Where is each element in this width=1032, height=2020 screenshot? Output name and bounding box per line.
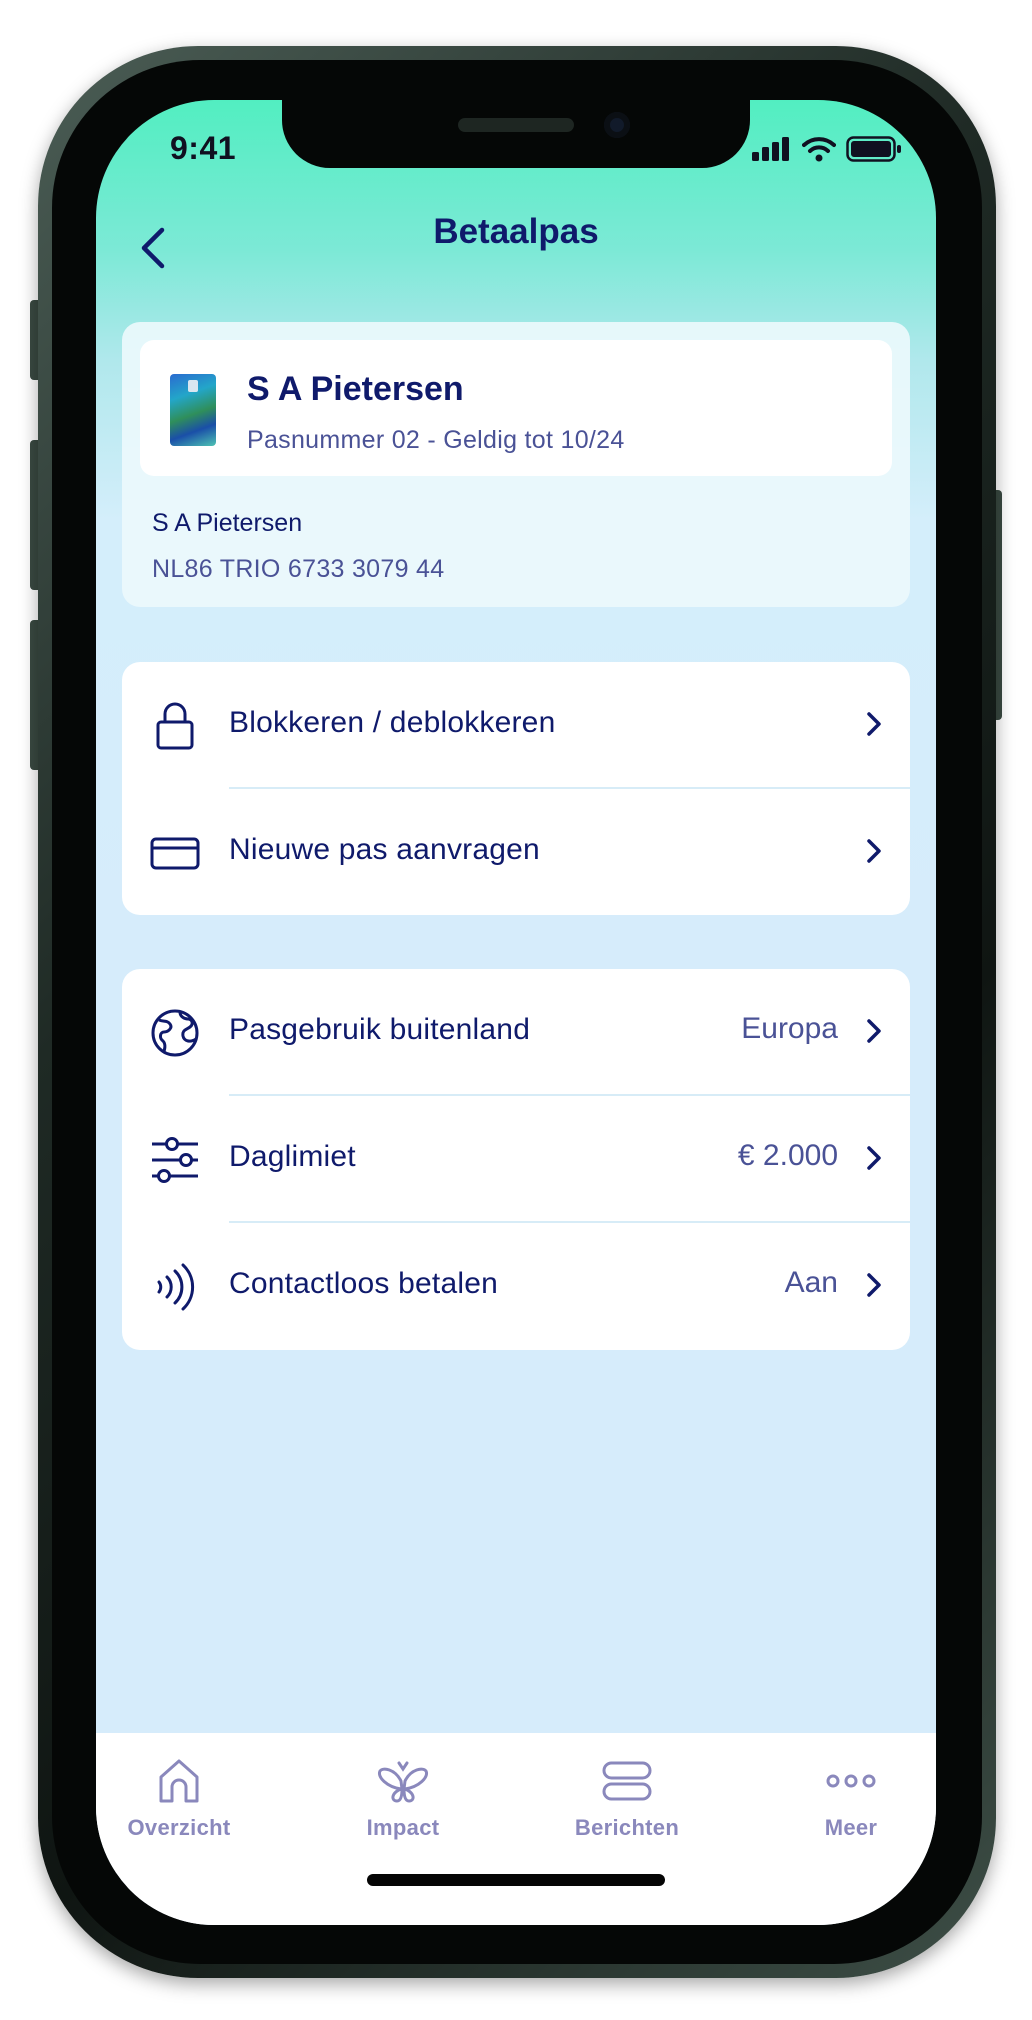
chevron-right-icon [867, 1019, 881, 1043]
lock-icon [156, 702, 194, 750]
speaker-grille [458, 118, 574, 132]
daily-limit-value: € 2.000 [737, 1139, 838, 1172]
account-iban: NL86 TRIO 6733 3079 44 [152, 555, 445, 583]
contactless-label: Contactloos betalen [229, 1267, 498, 1300]
sliders-icon [152, 1137, 198, 1183]
abroad-usage-value: Europa [741, 1012, 838, 1045]
status-icons [752, 136, 902, 162]
tab-meer[interactable]: Meer [771, 1755, 931, 1855]
contactless-row[interactable]: Contactloos betalen Aan [122, 1223, 910, 1350]
chevron-right-icon [867, 712, 881, 736]
battery-icon [846, 136, 901, 162]
new-card-label: Nieuwe pas aanvragen [229, 833, 540, 866]
new-card-row[interactable]: Nieuwe pas aanvragen [122, 789, 910, 915]
messages-icon [602, 1761, 652, 1801]
chevron-right-icon [867, 1146, 881, 1170]
card-number-validity: Pasnummer 02 - Geldig tot 10/24 [247, 426, 625, 454]
chevron-right-icon [867, 1273, 881, 1297]
account-holder-name: S A Pietersen [152, 509, 303, 537]
daily-limit-label: Daglimiet [229, 1140, 356, 1173]
home-icon [159, 1759, 199, 1803]
status-time: 9:41 [170, 130, 237, 166]
card-settings-group: Pasgebruik buitenland Europa Daglimiet €… [122, 969, 910, 1350]
block-unblock-row[interactable]: Blokkeren / deblokkeren [122, 662, 910, 789]
globe-icon [151, 1009, 199, 1057]
notch [282, 100, 750, 168]
card-summary[interactable]: S A Pietersen Pasnummer 02 - Geldig tot … [140, 340, 892, 476]
card-info-panel: S A Pietersen Pasnummer 02 - Geldig tot … [122, 322, 910, 607]
signal-icon [752, 137, 789, 161]
tab-label: Impact [366, 1815, 440, 1840]
contactless-value: Aan [784, 1266, 838, 1299]
tab-label: Overzicht [127, 1815, 231, 1840]
tab-bar: Overzicht Impact Berichten Meer [96, 1733, 936, 1925]
app-screen: 9:41 Betaalpas S A Pietersen Pasnummer 0… [96, 100, 936, 1925]
card-actions-group: Blokkeren / deblokkeren Nieuwe pas aanvr… [122, 662, 910, 915]
abroad-usage-row[interactable]: Pasgebruik buitenland Europa [122, 969, 910, 1096]
wifi-icon [802, 137, 836, 162]
front-camera [604, 112, 630, 138]
tab-label: Berichten [574, 1815, 680, 1840]
tab-label: Meer [824, 1815, 878, 1840]
tab-impact[interactable]: Impact [323, 1755, 483, 1855]
card-holder-name: S A Pietersen [247, 370, 464, 408]
tab-berichten[interactable]: Berichten [547, 1755, 707, 1855]
daily-limit-row[interactable]: Daglimiet € 2.000 [122, 1096, 910, 1223]
page-title: Betaalpas [433, 212, 599, 251]
more-icon [826, 1774, 876, 1788]
home-indicator[interactable] [367, 1874, 665, 1886]
card-icon [150, 837, 200, 870]
tab-overzicht[interactable]: Overzicht [99, 1755, 259, 1855]
abroad-usage-label: Pasgebruik buitenland [229, 1013, 531, 1046]
debit-card-image [170, 374, 216, 446]
contactless-icon [157, 1263, 195, 1311]
chevron-right-icon [867, 839, 881, 863]
block-unblock-label: Blokkeren / deblokkeren [229, 706, 556, 739]
butterfly-icon [378, 1761, 428, 1803]
